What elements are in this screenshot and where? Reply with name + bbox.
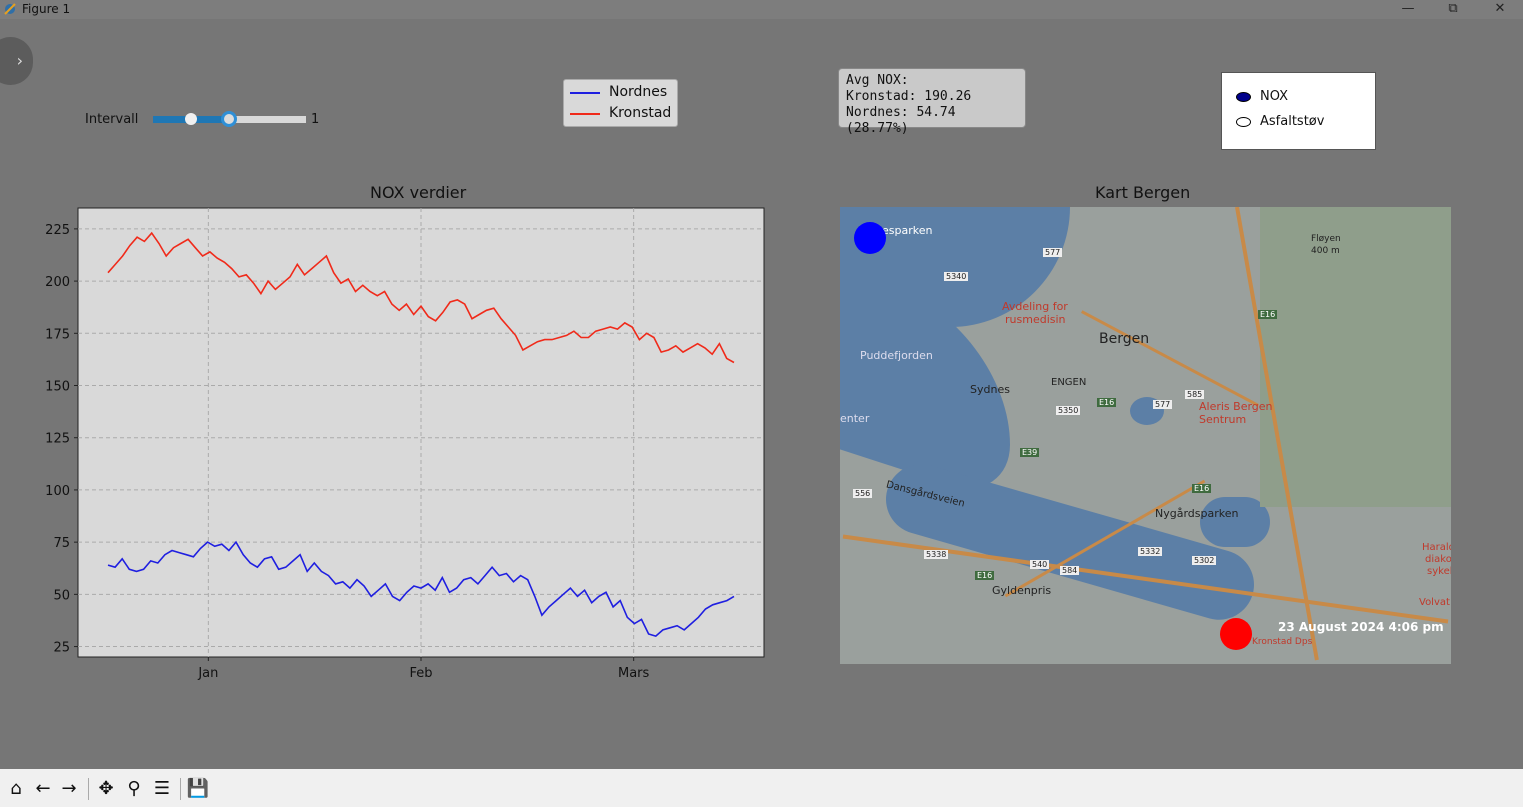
road-shield: E39 bbox=[1020, 448, 1040, 457]
map-label: sykehu bbox=[1427, 566, 1451, 577]
legend-label-nordnes: Nordnes bbox=[609, 84, 668, 100]
road-shield: 5302 bbox=[1192, 556, 1217, 565]
map-label: Avdeling for bbox=[1002, 300, 1068, 313]
pan-icon[interactable]: ✥ bbox=[94, 777, 118, 801]
y-tick-label: 175 bbox=[45, 327, 70, 342]
map-legend-label-asfaltstov: Asfaltstøv bbox=[1260, 114, 1325, 129]
window-title: Figure 1 bbox=[22, 2, 71, 16]
map-label: Kronstad Dps bbox=[1252, 637, 1313, 647]
save-icon[interactable]: 💾 bbox=[186, 777, 210, 801]
map-label: diakonal bbox=[1425, 554, 1451, 565]
road-shield: 584 bbox=[1060, 566, 1080, 575]
stats-kronstad: Kronstad: 190.26 bbox=[846, 89, 972, 104]
map-legend-label-nox: NOX bbox=[1260, 89, 1289, 104]
map-label: Haraldspl bbox=[1422, 542, 1451, 553]
map-label: Aleris Bergen bbox=[1199, 400, 1273, 413]
nordnes-marker bbox=[854, 222, 886, 254]
road-shield: 577 bbox=[1153, 400, 1173, 409]
y-tick-label: 25 bbox=[53, 641, 70, 656]
slider-initial-marker bbox=[185, 113, 197, 125]
road-shield: E16 bbox=[1192, 484, 1212, 493]
road-shield: E16 bbox=[1258, 310, 1278, 319]
map-label: Sydnes bbox=[970, 383, 1010, 396]
slider-value: 1 bbox=[311, 112, 320, 127]
map-title: Kart Bergen bbox=[1095, 183, 1191, 202]
empty-ellipse-icon bbox=[1236, 117, 1251, 127]
slider-label: Intervall bbox=[85, 112, 139, 127]
map-timestamp: 23 August 2024 4:06 pm bbox=[1278, 620, 1444, 634]
road-shield: 5332 bbox=[1138, 547, 1163, 556]
close-button[interactable]: ✕ bbox=[1480, 0, 1520, 19]
x-tick-label: Feb bbox=[409, 666, 432, 681]
road-shield: E16 bbox=[1097, 398, 1117, 407]
zoom-icon[interactable]: ⚲ bbox=[122, 777, 146, 801]
configure-subplots-icon[interactable]: ☰ bbox=[150, 777, 174, 801]
x-tick-label: Mars bbox=[618, 666, 650, 681]
matplotlib-icon bbox=[4, 3, 16, 15]
map-label: Nygårdsparken bbox=[1155, 507, 1239, 520]
map-label: Puddefjorden bbox=[860, 349, 933, 362]
line-legend: Nordnes Kronstad bbox=[563, 79, 678, 127]
legend-label-kronstad: Kronstad bbox=[609, 105, 672, 121]
map-label: Sentrum bbox=[1199, 413, 1247, 426]
maximize-button[interactable]: ⧉ bbox=[1433, 0, 1473, 19]
map-label: Bergen bbox=[1099, 331, 1150, 347]
map-label: Fløyen bbox=[1311, 234, 1341, 244]
legend-swatch-nordnes bbox=[570, 92, 600, 94]
road-shield: 5338 bbox=[924, 550, 949, 559]
matplotlib-toolbar: ⌂ ← → ✥ ⚲ ☰ 💾 bbox=[0, 769, 1523, 807]
road-shield: 5350 bbox=[1056, 406, 1081, 415]
slider-handle[interactable] bbox=[221, 111, 237, 127]
y-tick-label: 50 bbox=[53, 588, 70, 603]
y-tick-label: 200 bbox=[45, 275, 70, 290]
x-tick-label: Jan bbox=[197, 666, 218, 681]
map-label: rusmedisin bbox=[1005, 313, 1066, 326]
toolbar-separator bbox=[88, 778, 89, 800]
toolbar-separator bbox=[180, 778, 181, 800]
road-shield: 540 bbox=[1030, 560, 1050, 569]
road bbox=[1081, 310, 1259, 407]
map-legend: NOX Asfaltstøv bbox=[1221, 72, 1376, 150]
forward-arrow-icon[interactable]: → bbox=[57, 777, 81, 801]
back-arrow-icon[interactable]: ← bbox=[31, 777, 55, 801]
stats-heading: Avg NOX: bbox=[846, 73, 909, 88]
mountain-terrain bbox=[1260, 207, 1451, 507]
minimize-button[interactable]: — bbox=[1388, 0, 1428, 19]
y-tick-label: 150 bbox=[45, 380, 70, 395]
kronstad-marker bbox=[1220, 618, 1252, 650]
title-bar: Figure 1 — ⧉ ✕ bbox=[0, 0, 1523, 19]
road-shield: 585 bbox=[1185, 390, 1205, 399]
y-tick-label: 75 bbox=[53, 536, 70, 551]
road-shield: 556 bbox=[853, 489, 873, 498]
map-label: Volvat bbox=[1419, 597, 1450, 608]
y-tick-label: 225 bbox=[45, 223, 70, 238]
map-label: Gyldenpris bbox=[992, 584, 1052, 597]
road-shield: 5340 bbox=[944, 272, 969, 281]
road-shield: E16 bbox=[975, 571, 995, 580]
y-tick-label: 125 bbox=[45, 432, 70, 447]
bergen-map: esparken Avdeling for rusmedisin Bergen … bbox=[840, 207, 1451, 664]
map-label: enter bbox=[840, 412, 870, 425]
avg-nox-stats: Avg NOX: Kronstad: 190.26 Nordnes: 54.74… bbox=[838, 68, 1026, 136]
y-tick-label: 100 bbox=[45, 484, 70, 499]
interval-slider[interactable] bbox=[153, 111, 306, 127]
stats-nordnes: Nordnes: 54.74 (28.77%) bbox=[846, 105, 956, 136]
map-label: 400 m bbox=[1311, 246, 1340, 256]
home-icon[interactable]: ⌂ bbox=[4, 777, 28, 801]
road-shield: 577 bbox=[1043, 248, 1063, 257]
map-label: ENGEN bbox=[1051, 377, 1087, 388]
map-label: esparken bbox=[882, 224, 933, 237]
legend-swatch-kronstad bbox=[570, 113, 600, 115]
filled-ellipse-icon bbox=[1236, 92, 1251, 102]
nox-line-chart: 25 50 75 100 125 150 175 200 225 Jan Feb Mars bbox=[45, 207, 765, 681]
